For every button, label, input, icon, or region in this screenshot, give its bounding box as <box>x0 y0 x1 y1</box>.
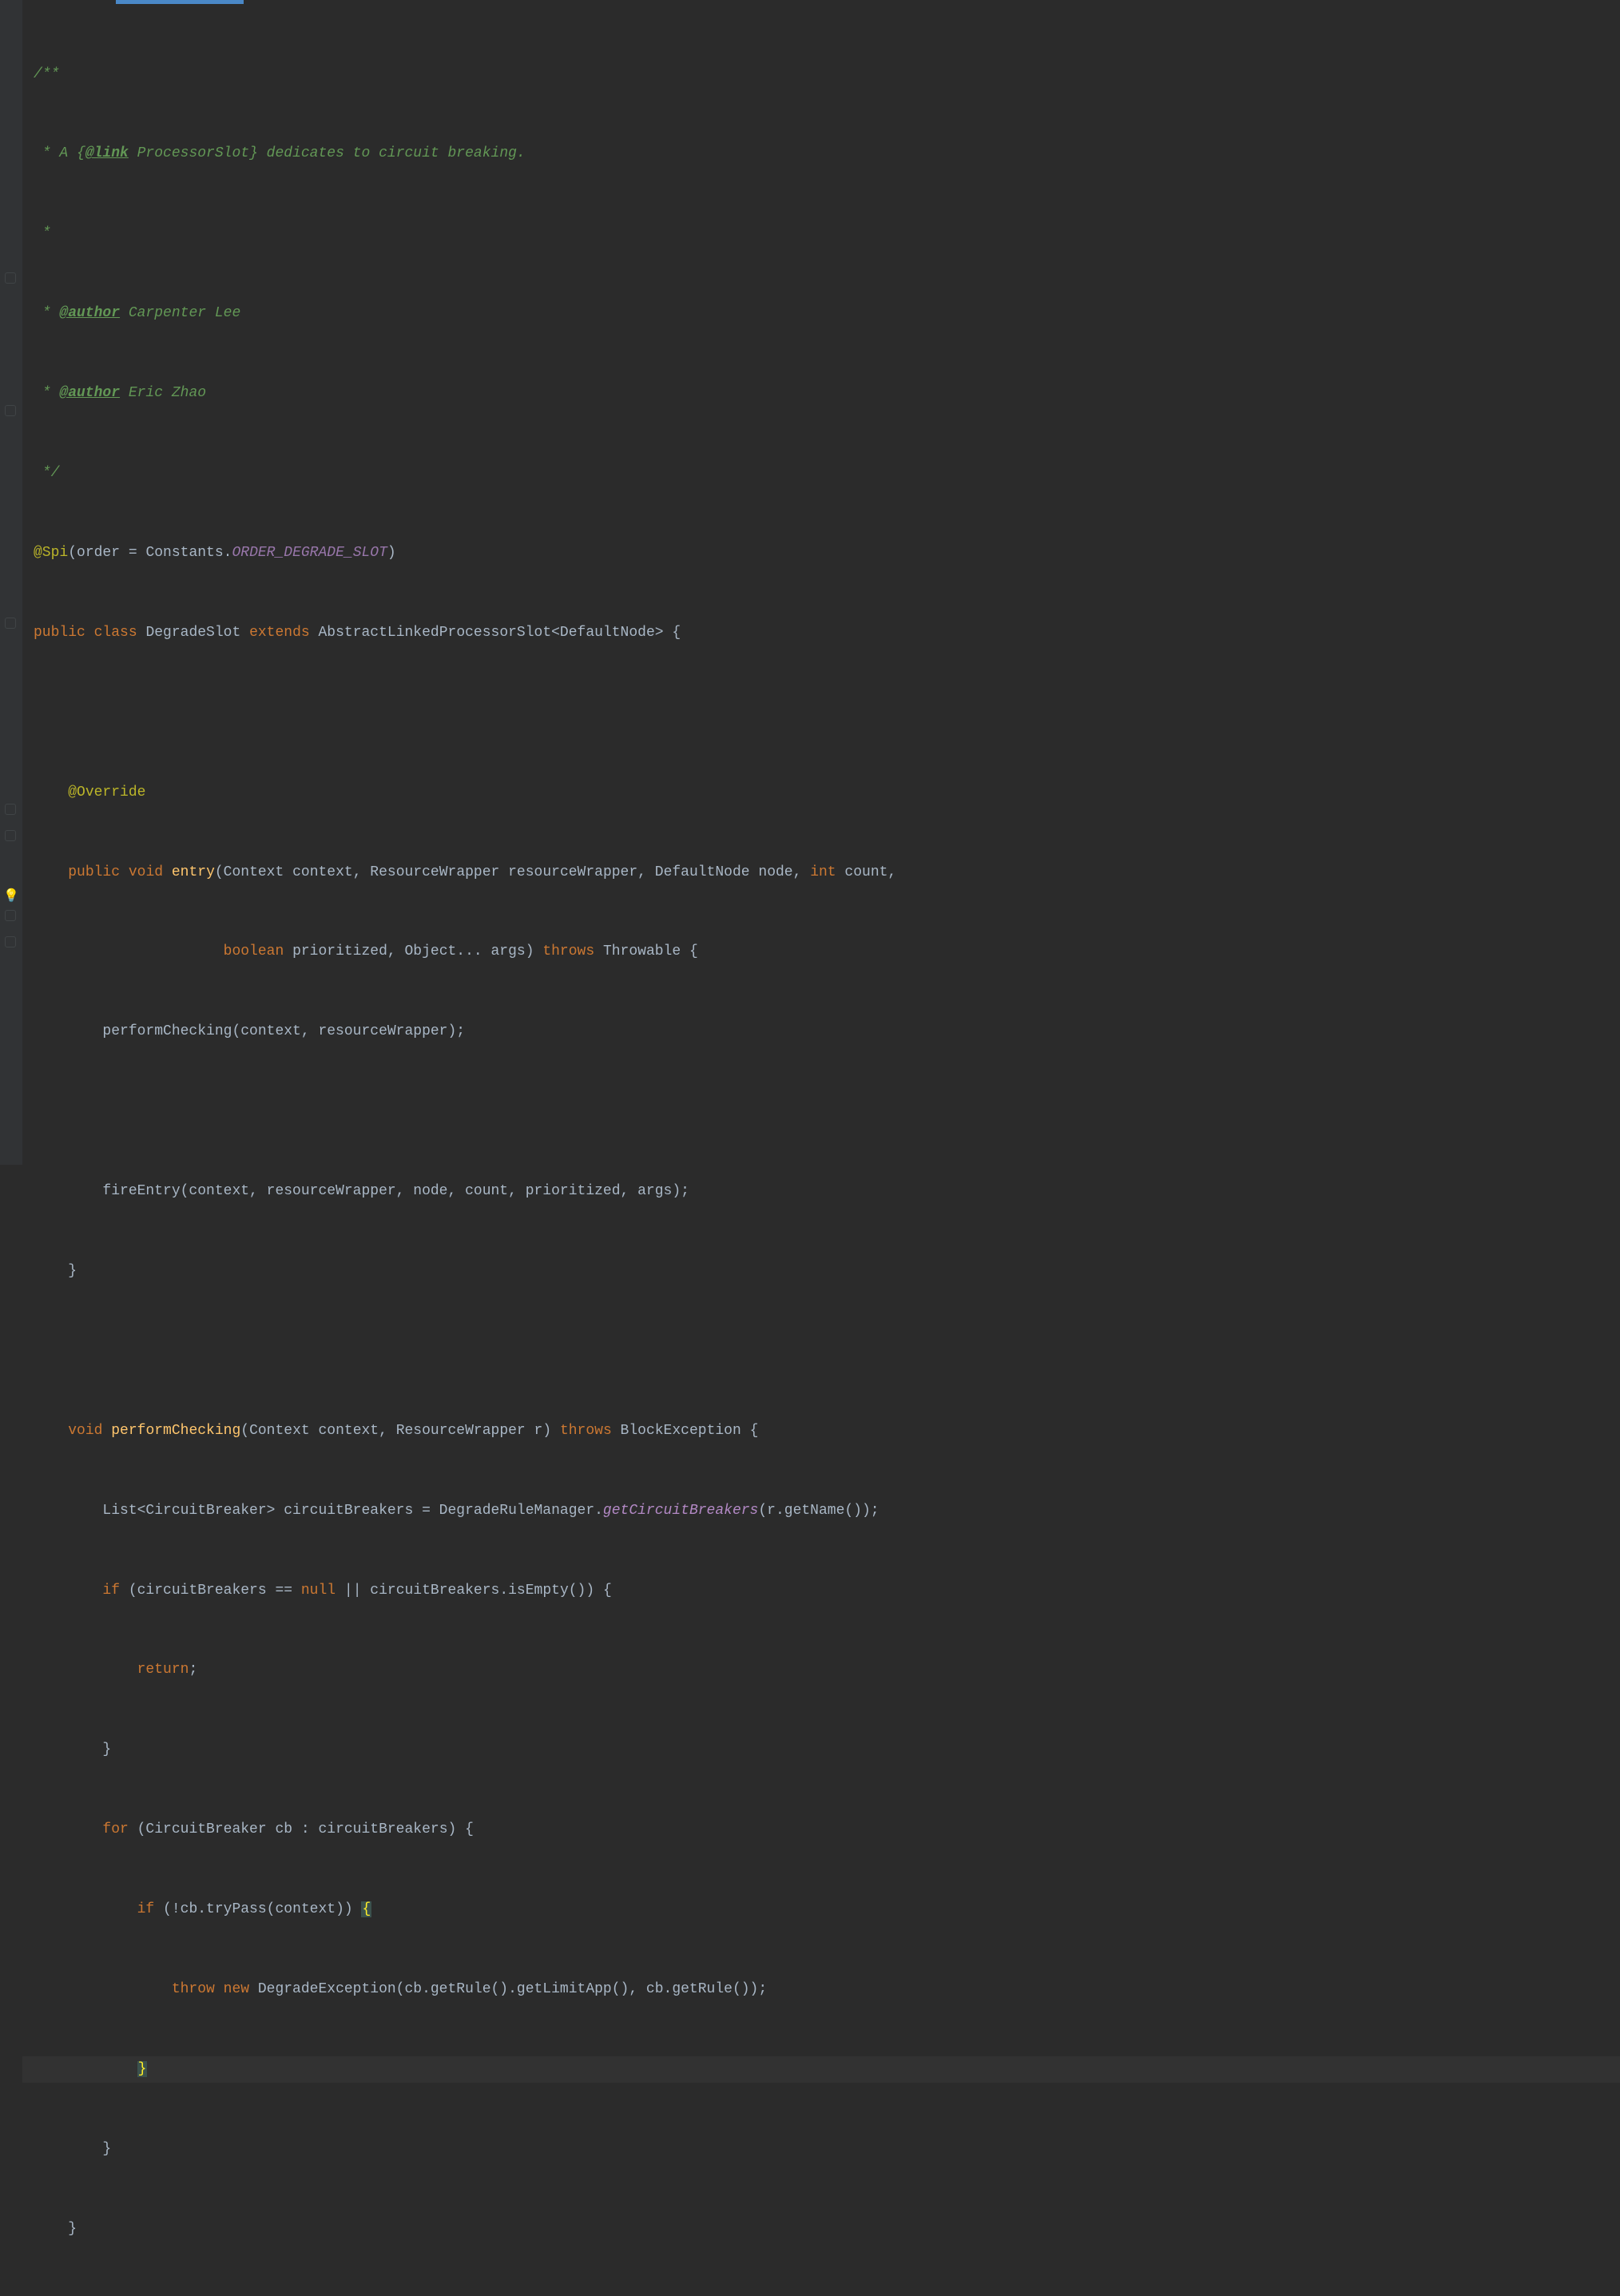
javadoc-star: * <box>34 385 59 401</box>
indent <box>34 1981 172 1997</box>
code-area[interactable]: /** * A {@link ProcessorSlot} dedicates … <box>22 0 1620 1165</box>
annotation-param: order = Constants. <box>77 545 232 561</box>
condition: (circuitBreakers == <box>120 1583 301 1599</box>
kw-throw: throw <box>172 1981 224 1997</box>
kw-new: new <box>224 1981 249 1997</box>
kw-if: if <box>137 1901 155 1917</box>
indent <box>34 1583 102 1599</box>
kw-return: return <box>137 1662 189 1678</box>
method-params: prioritized, Object... args) <box>284 943 542 959</box>
paren: ) <box>387 545 396 561</box>
kw-null: null <box>301 1583 336 1599</box>
kw-void: void <box>68 1423 111 1439</box>
throws-type: BlockException { <box>612 1423 759 1439</box>
kw-boolean: boolean <box>224 943 284 959</box>
javadoc-text: * A { <box>34 145 85 161</box>
method-gutter-icon[interactable] <box>5 618 16 629</box>
indent <box>34 2061 137 2077</box>
javadoc-close: */ <box>34 465 59 481</box>
close-brace: } <box>34 2141 111 2157</box>
editor-gutter: 💡 <box>0 0 22 1165</box>
active-tab-indicator <box>116 0 244 4</box>
indent <box>34 1821 102 1837</box>
method-gutter-icon[interactable] <box>5 804 16 815</box>
javadoc-star: * <box>34 305 59 321</box>
method-params: count, <box>836 864 897 880</box>
javadoc-empty: * <box>34 225 51 241</box>
close-brace: } <box>34 1742 111 1758</box>
throws-type: Throwable { <box>594 943 698 959</box>
superclass: AbstractLinkedProcessorSlot<DefaultNode>… <box>318 625 681 641</box>
condition: (!cb.tryPass(context)) <box>154 1901 361 1917</box>
current-line-highlight <box>22 2056 1620 2083</box>
kw-throws: throws <box>542 943 594 959</box>
javadoc-author-name: Eric Zhao <box>120 385 206 401</box>
method-name-performchecking: performChecking <box>111 1423 240 1439</box>
method-gutter-icon[interactable] <box>5 936 16 947</box>
indent <box>34 1901 137 1917</box>
kw-extends: extends <box>249 625 318 641</box>
constant-ref: ORDER_DEGRADE_SLOT <box>232 545 387 561</box>
intention-bulb-icon[interactable]: 💡 <box>3 885 18 900</box>
close-brace: } <box>34 2221 77 2237</box>
override-gutter-icon[interactable] <box>5 272 16 284</box>
for-head: (CircuitBreaker cb : circuitBreakers) { <box>129 1821 474 1837</box>
method-gutter-icon[interactable] <box>5 910 16 921</box>
indent <box>34 1423 68 1439</box>
method-gutter-icon[interactable] <box>5 405 16 416</box>
kw-class: class <box>94 625 146 641</box>
kw-public: public <box>34 625 94 641</box>
throw-expr: DegradeException(cb.getRule().getLimitAp… <box>249 1981 767 1997</box>
indent <box>34 864 68 880</box>
kw-if: if <box>102 1583 120 1599</box>
method-params: (Context context, ResourceWrapper resour… <box>215 864 810 880</box>
code-editor[interactable]: 💡 /** * A {@link ProcessorSlot} dedicate… <box>0 0 1620 1165</box>
method-name-entry: entry <box>172 864 215 880</box>
static-method-call: getCircuitBreakers <box>603 1503 758 1519</box>
annotation-override: @Override <box>68 785 145 800</box>
code-line: (r.getName()); <box>758 1503 879 1519</box>
javadoc-text: } dedicates to circuit breaking. <box>249 145 526 161</box>
javadoc-link-tag: @link <box>85 145 129 161</box>
javadoc-open: /** <box>34 66 59 82</box>
annotation-spi: @Spi <box>34 545 68 561</box>
javadoc-author-tag: @author <box>59 385 120 401</box>
kw-void: void <box>129 864 172 880</box>
javadoc-author-name: Carpenter Lee <box>120 305 240 321</box>
kw-int: int <box>810 864 836 880</box>
matched-brace-open: { <box>361 1901 371 1917</box>
method-gutter-icon[interactable] <box>5 830 16 841</box>
class-name: DegradeSlot <box>145 625 249 641</box>
kw-throws: throws <box>560 1423 612 1439</box>
indent <box>34 1662 137 1678</box>
semicolon: ; <box>189 1662 197 1678</box>
code-line: fireEntry(context, resourceWrapper, node… <box>34 1183 689 1199</box>
indent <box>34 785 68 800</box>
matched-brace-close: } <box>137 2061 148 2077</box>
javadoc-author-tag: @author <box>59 305 120 321</box>
method-params: (Context context, ResourceWrapper r) <box>240 1423 560 1439</box>
javadoc-link-target: ProcessorSlot <box>129 145 249 161</box>
code-line: performChecking(context, resourceWrapper… <box>34 1023 465 1039</box>
kw-public: public <box>68 864 129 880</box>
paren: ( <box>68 545 77 561</box>
condition: || circuitBreakers.isEmpty()) { <box>336 1583 612 1599</box>
kw-for: for <box>102 1821 128 1837</box>
close-brace: } <box>34 1263 77 1279</box>
code-line: List<CircuitBreaker> circuitBreakers = D… <box>34 1503 603 1519</box>
indent <box>34 943 224 959</box>
